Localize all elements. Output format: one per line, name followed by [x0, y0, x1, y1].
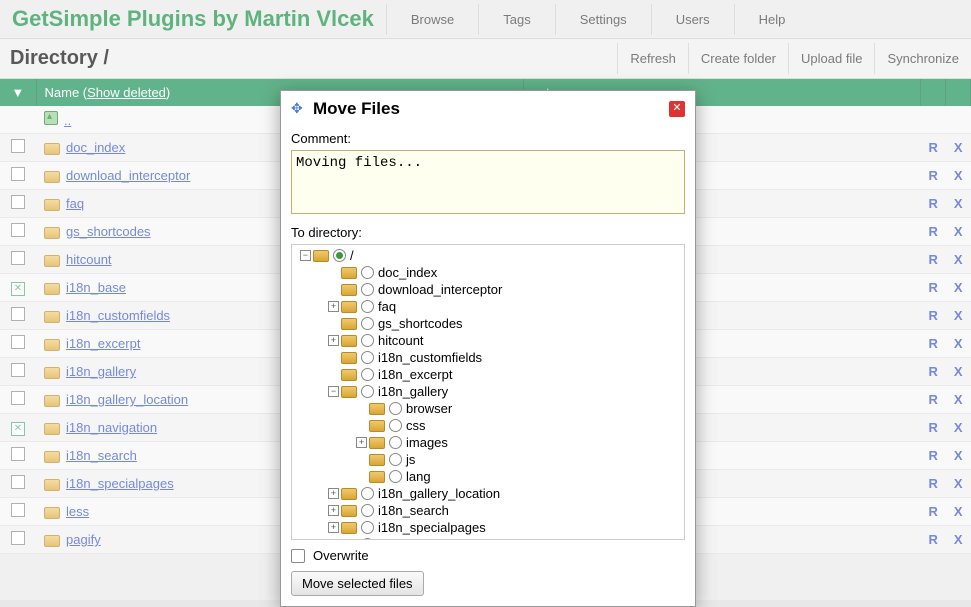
tree-label: i18n_specialpages — [378, 520, 486, 535]
tree-radio[interactable] — [361, 487, 374, 500]
tree-label: i18n_excerpt — [378, 367, 452, 382]
comment-label: Comment: — [291, 131, 685, 146]
tree-item[interactable]: + less — [296, 536, 680, 540]
tree-radio[interactable] — [361, 368, 374, 381]
tree-radio[interactable] — [389, 419, 402, 432]
folder-icon — [341, 352, 357, 364]
tree-radio[interactable] — [389, 402, 402, 415]
tree-item[interactable]: lang — [296, 468, 680, 485]
tree-item[interactable]: js — [296, 451, 680, 468]
tree-item[interactable]: + hitcount — [296, 332, 680, 349]
dialog-header: Move Files ✕ — [281, 91, 695, 127]
tree-label: i18n_gallery_location — [378, 486, 500, 501]
dialog-title: Move Files — [313, 99, 669, 119]
tree-radio[interactable] — [361, 385, 374, 398]
tree-item[interactable]: + images — [296, 434, 680, 451]
tree-label: / — [350, 248, 354, 263]
tree-item[interactable]: i18n_excerpt — [296, 366, 680, 383]
tree-radio[interactable] — [361, 521, 374, 534]
folder-icon — [341, 301, 357, 313]
tree-expander[interactable]: + — [328, 488, 339, 499]
tree-radio[interactable] — [361, 300, 374, 313]
close-button[interactable]: ✕ — [669, 101, 685, 117]
tree-expander[interactable]: + — [356, 437, 367, 448]
folder-icon — [341, 318, 357, 330]
tree-radio[interactable] — [389, 470, 402, 483]
tree-label: hitcount — [378, 333, 424, 348]
tree-label: download_interceptor — [378, 282, 502, 297]
dialog-body: Comment: To directory: −/doc_indexdownlo… — [281, 131, 695, 606]
overwrite-checkbox[interactable] — [291, 549, 305, 563]
folder-icon — [369, 437, 385, 449]
folder-icon — [369, 403, 385, 415]
tree-radio[interactable] — [361, 283, 374, 296]
folder-icon — [313, 250, 329, 262]
tree-label: gs_shortcodes — [378, 316, 463, 331]
tree-label: images — [406, 435, 448, 450]
tree-label: i18n_customfields — [378, 350, 482, 365]
tree-radio[interactable] — [333, 249, 346, 262]
tree-item[interactable]: + i18n_search — [296, 502, 680, 519]
overwrite-row: Overwrite — [291, 548, 685, 563]
tree-label: less — [378, 537, 401, 540]
folder-icon — [369, 471, 385, 483]
tree-label: js — [406, 452, 415, 467]
folder-icon — [341, 267, 357, 279]
tree-label: i18n_gallery — [378, 384, 448, 399]
move-icon — [291, 102, 305, 116]
folder-icon — [341, 335, 357, 347]
tree-item[interactable]: download_interceptor — [296, 281, 680, 298]
tree-radio[interactable] — [389, 436, 402, 449]
tree-radio[interactable] — [361, 334, 374, 347]
folder-icon — [341, 488, 357, 500]
tree-label: i18n_search — [378, 503, 449, 518]
tree-expander[interactable]: − — [300, 250, 311, 261]
folder-icon — [341, 505, 357, 517]
folder-icon — [341, 386, 357, 398]
tree-expander[interactable]: + — [328, 522, 339, 533]
tree-label: browser — [406, 401, 452, 416]
tree-item[interactable]: − i18n_gallery — [296, 383, 680, 400]
tree-expander[interactable]: + — [328, 301, 339, 312]
move-files-dialog: Move Files ✕ Comment: To directory: −/do… — [280, 90, 696, 607]
tree-label: doc_index — [378, 265, 437, 280]
tree-item[interactable]: + i18n_gallery_location — [296, 485, 680, 502]
tree-expander[interactable]: − — [328, 386, 339, 397]
tree-radio[interactable] — [361, 504, 374, 517]
tree-radio[interactable] — [361, 266, 374, 279]
tree-item[interactable]: i18n_customfields — [296, 349, 680, 366]
tree-item[interactable]: doc_index — [296, 264, 680, 281]
folder-icon — [341, 539, 357, 541]
tree-radio[interactable] — [361, 317, 374, 330]
tree-expander[interactable]: + — [328, 505, 339, 516]
overwrite-label: Overwrite — [313, 548, 369, 563]
tree-label: faq — [378, 299, 396, 314]
tree-item[interactable]: gs_shortcodes — [296, 315, 680, 332]
tree-item[interactable]: browser — [296, 400, 680, 417]
tree-item[interactable]: + i18n_specialpages — [296, 519, 680, 536]
tree-item[interactable]: + faq — [296, 298, 680, 315]
tree-expander[interactable]: + — [328, 335, 339, 346]
folder-icon — [369, 420, 385, 432]
tree-label: lang — [406, 469, 431, 484]
tree-item[interactable]: css — [296, 417, 680, 434]
tree-radio[interactable] — [361, 538, 374, 540]
folder-icon — [341, 369, 357, 381]
tree-item[interactable]: −/ — [296, 247, 680, 264]
tree-label: css — [406, 418, 426, 433]
tree-radio[interactable] — [389, 453, 402, 466]
folder-icon — [341, 522, 357, 534]
directory-tree[interactable]: −/doc_indexdownload_interceptor+faqgs_sh… — [291, 244, 685, 540]
tree-radio[interactable] — [361, 351, 374, 364]
move-selected-button[interactable]: Move selected files — [291, 571, 424, 596]
comment-textarea[interactable] — [291, 150, 685, 214]
folder-icon — [369, 454, 385, 466]
tree-expander[interactable]: + — [328, 539, 339, 540]
to-directory-label: To directory: — [291, 225, 685, 240]
folder-icon — [341, 284, 357, 296]
